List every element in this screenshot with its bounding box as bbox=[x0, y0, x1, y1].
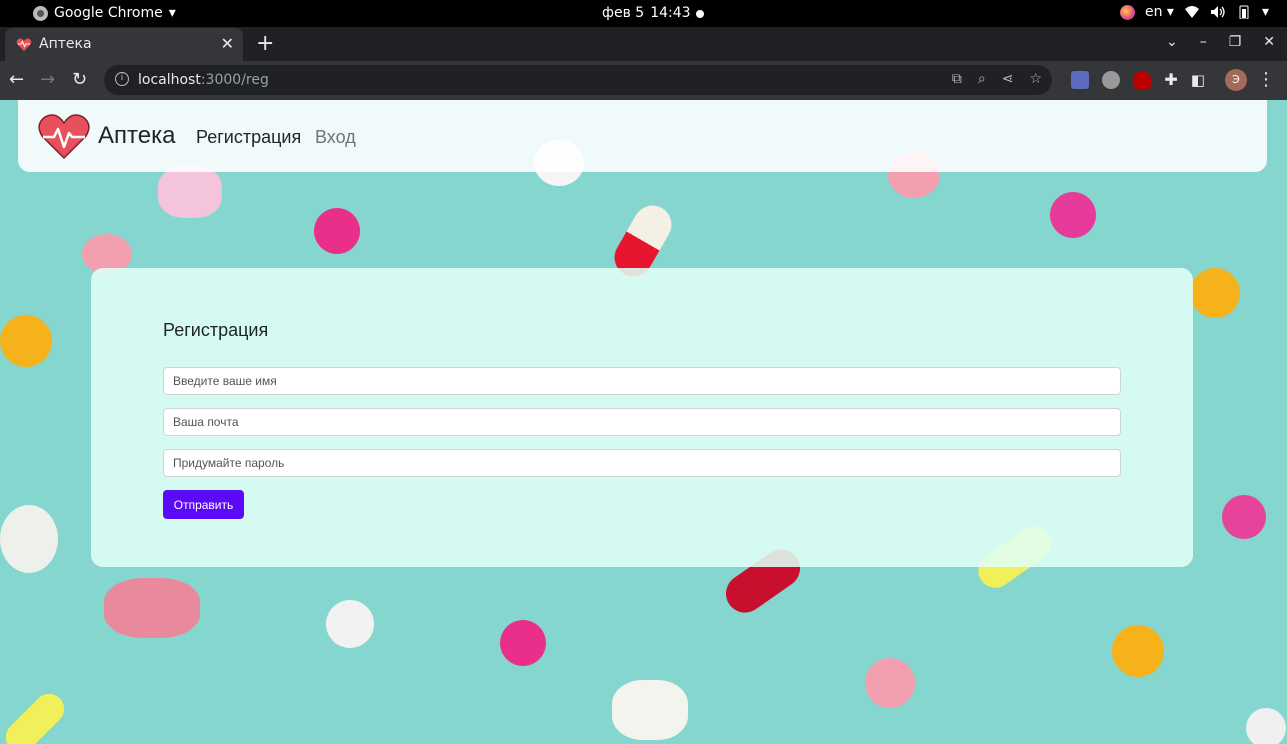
name-field[interactable] bbox=[163, 367, 1121, 395]
menu-kebab-icon[interactable]: ⋮ bbox=[1257, 69, 1275, 90]
browser-tab[interactable]: Аптека ✕ bbox=[5, 28, 243, 61]
translate-extension-icon[interactable] bbox=[1071, 70, 1090, 89]
globe-extension-icon[interactable] bbox=[1102, 70, 1121, 89]
url-text[interactable]: localhost:3000/reg bbox=[138, 72, 269, 88]
url-path: :3000/reg bbox=[200, 72, 269, 88]
chevron-down-icon: ▾ bbox=[1261, 4, 1269, 20]
minimize-icon[interactable]: – bbox=[1200, 34, 1207, 50]
nav-login-link[interactable]: Вход bbox=[315, 127, 356, 148]
heart-pulse-logo-icon[interactable] bbox=[38, 114, 90, 160]
profile-avatar[interactable]: Э bbox=[1225, 69, 1247, 91]
browser-toolbar: ← → ↻ i localhost:3000/reg ⧉ ⌕ ⋖ ☆ ✚ ◧ Э… bbox=[0, 61, 1287, 100]
site-info-icon[interactable]: i bbox=[115, 72, 129, 86]
translate-icon[interactable]: ⧉ bbox=[952, 71, 962, 87]
address-bar[interactable]: i localhost:3000/reg ⧉ ⌕ ⋖ ☆ bbox=[104, 65, 1052, 95]
app-menu[interactable]: Google Chrome ▾ bbox=[33, 5, 176, 21]
password-field[interactable] bbox=[163, 449, 1121, 477]
submit-button[interactable]: Отправить bbox=[163, 490, 244, 519]
bookmark-star-icon[interactable]: ☆ bbox=[1029, 71, 1042, 87]
wifi-icon bbox=[1184, 6, 1199, 18]
battery-icon bbox=[1239, 5, 1249, 19]
volume-icon bbox=[1210, 6, 1225, 18]
system-top-bar: Google Chrome ▾ фев 5 14:43 en ▾ ▾ bbox=[0, 0, 1287, 27]
back-icon[interactable]: ← bbox=[9, 69, 24, 90]
extensions-area: ✚ ◧ bbox=[1071, 70, 1205, 89]
system-tray[interactable]: en ▾ ▾ bbox=[1119, 4, 1269, 20]
email-field[interactable] bbox=[163, 408, 1121, 436]
page-viewport: Аптека Регистрация Вход Регистрация Отпр… bbox=[0, 100, 1287, 744]
new-tab-button[interactable]: + bbox=[256, 31, 274, 56]
puzzle-extensions-icon[interactable]: ✚ bbox=[1164, 70, 1177, 89]
site-header: Аптека Регистрация Вход bbox=[18, 100, 1267, 172]
restore-icon[interactable]: ❐ bbox=[1229, 34, 1242, 50]
clock[interactable]: фев 5 14:43 bbox=[602, 5, 691, 21]
share-icon[interactable]: ⋖ bbox=[1002, 71, 1014, 87]
time-label: 14:43 bbox=[650, 5, 691, 21]
zoom-icon[interactable]: ⌕ bbox=[978, 71, 986, 87]
tab-search-icon[interactable]: ⌄ bbox=[1166, 34, 1178, 50]
close-tab-icon[interactable]: ✕ bbox=[221, 34, 234, 53]
tab-strip: Аптека ✕ + ⌄ – ❐ ✕ bbox=[0, 27, 1287, 61]
window-controls: ⌄ – ❐ ✕ bbox=[1166, 34, 1275, 50]
keyboard-layout[interactable]: en ▾ bbox=[1145, 4, 1174, 20]
chevron-down-icon: ▾ bbox=[168, 5, 176, 21]
form-title: Регистрация bbox=[163, 320, 269, 340]
forward-icon[interactable]: → bbox=[40, 69, 55, 90]
reload-icon[interactable]: ↻ bbox=[72, 69, 87, 90]
url-host: localhost bbox=[138, 72, 201, 88]
nav-register-link[interactable]: Регистрация bbox=[196, 127, 301, 148]
notification-dot-icon bbox=[696, 10, 704, 18]
chrome-icon bbox=[33, 5, 48, 21]
tab-title: Аптека bbox=[39, 36, 92, 52]
heart-favicon-icon bbox=[16, 38, 32, 51]
keyboard-layout-label: en bbox=[1144, 4, 1163, 20]
app-name: Google Chrome bbox=[54, 5, 163, 21]
omnibox-actions: ⧉ ⌕ ⋖ ☆ bbox=[952, 71, 1042, 87]
date-label: фев 5 bbox=[602, 5, 645, 21]
ublock-icon[interactable] bbox=[1133, 70, 1152, 89]
registration-card: Регистрация Отправить bbox=[91, 268, 1193, 567]
firefox-icon[interactable] bbox=[1119, 4, 1135, 20]
close-window-icon[interactable]: ✕ bbox=[1263, 34, 1275, 50]
side-panel-icon[interactable]: ◧ bbox=[1191, 71, 1205, 89]
brand-name[interactable]: Аптека bbox=[98, 122, 175, 150]
